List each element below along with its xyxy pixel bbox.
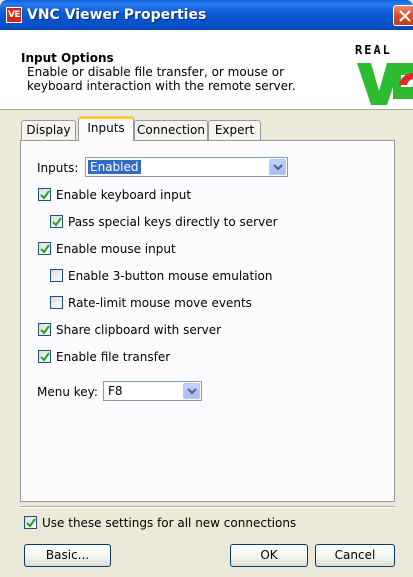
checkbox-mouse-input[interactable] bbox=[38, 242, 51, 255]
checkmark-icon bbox=[40, 190, 50, 200]
checkmark-icon bbox=[26, 518, 36, 528]
close-icon bbox=[399, 10, 411, 22]
checkmark-icon bbox=[40, 325, 50, 335]
option-mouse-input-label[interactable]: Enable mouse input bbox=[56, 242, 176, 256]
all-new-connections-label[interactable]: Use these settings for all new connectio… bbox=[42, 516, 296, 530]
inputs-label: Inputs: bbox=[37, 161, 79, 175]
inputs-select[interactable]: Enabled bbox=[85, 157, 288, 177]
chevron-down-icon bbox=[273, 164, 283, 171]
checkbox-file-transfer[interactable] bbox=[38, 350, 51, 363]
checkbox-rate-limit-mouse[interactable] bbox=[50, 296, 63, 309]
checkbox-keyboard-input[interactable] bbox=[38, 188, 51, 201]
tab-connection[interactable]: Connection bbox=[134, 120, 208, 140]
header-description: Enable or disable file transfer, or mous… bbox=[27, 65, 296, 93]
checkmark-icon bbox=[40, 352, 50, 362]
close-button[interactable] bbox=[393, 5, 413, 26]
checkmark-icon bbox=[40, 244, 50, 254]
inputs-selected-value: Enabled bbox=[88, 160, 141, 174]
checkbox-pass-special-keys[interactable] bbox=[50, 215, 63, 228]
ok-button[interactable]: OK bbox=[230, 544, 308, 567]
menu-key-label: Menu key: bbox=[37, 385, 98, 399]
realvnc-logo: REAL bbox=[355, 43, 413, 108]
menu-key-select[interactable]: F8 bbox=[103, 381, 202, 401]
menu-key-dropdown-button[interactable] bbox=[183, 383, 200, 399]
logo-real-text: REAL bbox=[355, 43, 392, 57]
tab-display[interactable]: Display bbox=[21, 120, 76, 140]
checkbox-3-button-emulation[interactable] bbox=[50, 269, 63, 282]
vnc-app-icon: VE bbox=[6, 7, 22, 23]
basic-button[interactable]: Basic... bbox=[24, 544, 111, 567]
header-title: Input Options bbox=[21, 51, 114, 65]
option-rate-limit-mouse-label[interactable]: Rate-limit mouse move events bbox=[68, 296, 252, 310]
option-pass-special-keys-label[interactable]: Pass special keys directly to server bbox=[68, 215, 278, 229]
option-share-clipboard-label[interactable]: Share clipboard with server bbox=[56, 323, 221, 337]
checkbox-all-new-connections[interactable] bbox=[24, 516, 37, 529]
logo-vnc-mark bbox=[357, 63, 413, 105]
option-keyboard-input-label[interactable]: Enable keyboard input bbox=[56, 188, 191, 202]
chevron-down-icon bbox=[187, 388, 197, 395]
menu-key-selected-value: F8 bbox=[108, 384, 123, 398]
cancel-button[interactable]: Cancel bbox=[315, 544, 395, 567]
inputs-dropdown-button[interactable] bbox=[269, 159, 286, 175]
checkmark-icon bbox=[52, 217, 62, 227]
window-title: VNC Viewer Properties bbox=[27, 7, 207, 23]
option-file-transfer-label[interactable]: Enable file transfer bbox=[56, 350, 170, 364]
dialog-header: Input Options Enable or disable file tra… bbox=[0, 30, 413, 110]
title-bar[interactable]: VE VNC Viewer Properties bbox=[0, 0, 413, 30]
option-3-button-emulation-label[interactable]: Enable 3-button mouse emulation bbox=[68, 269, 273, 283]
checkbox-share-clipboard[interactable] bbox=[38, 323, 51, 336]
footer-separator bbox=[20, 506, 395, 508]
tab-expert[interactable]: Expert bbox=[208, 120, 261, 140]
tab-inputs[interactable]: Inputs bbox=[78, 116, 134, 141]
